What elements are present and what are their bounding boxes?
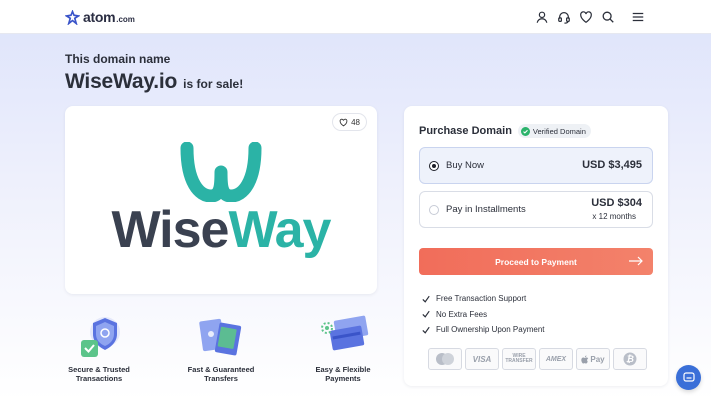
feature-flexible: Easy & Flexible Payments (298, 312, 388, 383)
wiseway-logo-text: WiseWay (65, 200, 377, 260)
like-count: 48 (351, 117, 360, 127)
header-actions (535, 10, 645, 24)
site-logo[interactable]: atom .com (65, 9, 135, 25)
option-price: USD $304 (591, 197, 642, 209)
radio-buy-now[interactable] (429, 161, 439, 171)
option-label: Pay in Installments (446, 204, 526, 215)
check-circle-icon (520, 126, 530, 136)
mastercard-icon (428, 348, 462, 370)
benefit-item: No Extra Fees (422, 307, 545, 323)
feature-fast: Fast & Guaranteed Transfers (176, 312, 266, 383)
domain-name: WiseWay.io (65, 70, 178, 93)
menu-icon[interactable] (631, 10, 645, 24)
option-price: USD $3,495 (582, 159, 642, 171)
top-header: atom .com (0, 0, 711, 34)
check-icon (422, 311, 430, 318)
logo-suffix: .com (116, 14, 135, 24)
benefit-item: Full Ownership Upon Payment (422, 322, 545, 338)
purchase-title: Purchase Domain (419, 125, 512, 137)
shield-check-icon (81, 317, 120, 357)
verified-label: Verified Domain (532, 126, 586, 136)
chat-icon (682, 371, 695, 382)
bitcoin-icon: ₿ (613, 348, 647, 370)
transfer-cards-icon (199, 318, 242, 356)
for-sale-text: is for sale! (183, 77, 244, 91)
radio-installments[interactable] (429, 205, 439, 215)
wiseway-logo-mark-icon (180, 142, 262, 202)
domain-logo-card: 48 WiseWay (65, 106, 377, 294)
visa-icon: VISA (465, 348, 499, 370)
arrow-right-icon (629, 256, 643, 266)
feature-label: Fast & Guaranteed Transfers (187, 365, 255, 383)
logo-text-way: Way (228, 201, 331, 259)
hero-title: WiseWay.io is for sale! (65, 70, 243, 94)
feature-label: Secure & Trusted Transactions (68, 365, 130, 383)
option-buy-now[interactable]: Buy Now USD $3,495 (419, 147, 653, 184)
feature-secure: Secure & Trusted Transactions (54, 312, 144, 383)
option-label: Buy Now (446, 160, 485, 171)
headset-icon[interactable] (557, 10, 571, 24)
heart-outline-icon (339, 118, 348, 126)
heart-icon[interactable] (579, 10, 593, 24)
check-icon (422, 326, 430, 334)
user-icon[interactable] (535, 10, 549, 24)
proceed-label: Proceed to Payment (495, 256, 577, 267)
verified-badge: Verified Domain (517, 124, 591, 138)
search-icon[interactable] (601, 10, 615, 24)
option-installments[interactable]: Pay in Installments USD $304 x 12 months (419, 191, 653, 228)
option-term: x 12 months (592, 212, 636, 221)
proceed-to-payment-button[interactable]: Proceed to Payment (419, 248, 653, 275)
atom-logo-icon (65, 9, 80, 25)
like-button[interactable]: 48 (332, 113, 367, 131)
benefits-list: Free Transaction Support No Extra Fees F… (422, 291, 545, 338)
logo-text-wise: Wise (111, 201, 230, 259)
check-icon (422, 295, 430, 303)
chat-button[interactable] (676, 365, 701, 390)
feature-label: Easy & Flexible Payments (315, 365, 371, 383)
payment-methods: VISA WIRE TRANSFER AMEX Pay ₿ (428, 348, 647, 370)
svg-text:₿: ₿ (626, 355, 634, 365)
purchase-panel: Purchase Domain Verified Domain Buy Now … (404, 106, 668, 386)
purchase-header: Purchase Domain Verified Domain (419, 124, 591, 138)
logo-text: atom (83, 9, 116, 25)
amex-icon: AMEX (539, 348, 573, 370)
wire-transfer-icon: WIRE TRANSFER (502, 348, 536, 370)
benefit-item: Free Transaction Support (422, 291, 545, 307)
payment-cards-icon (321, 315, 369, 351)
apple-pay-icon: Pay (576, 348, 610, 370)
hero-subtitle: This domain name (65, 52, 171, 66)
